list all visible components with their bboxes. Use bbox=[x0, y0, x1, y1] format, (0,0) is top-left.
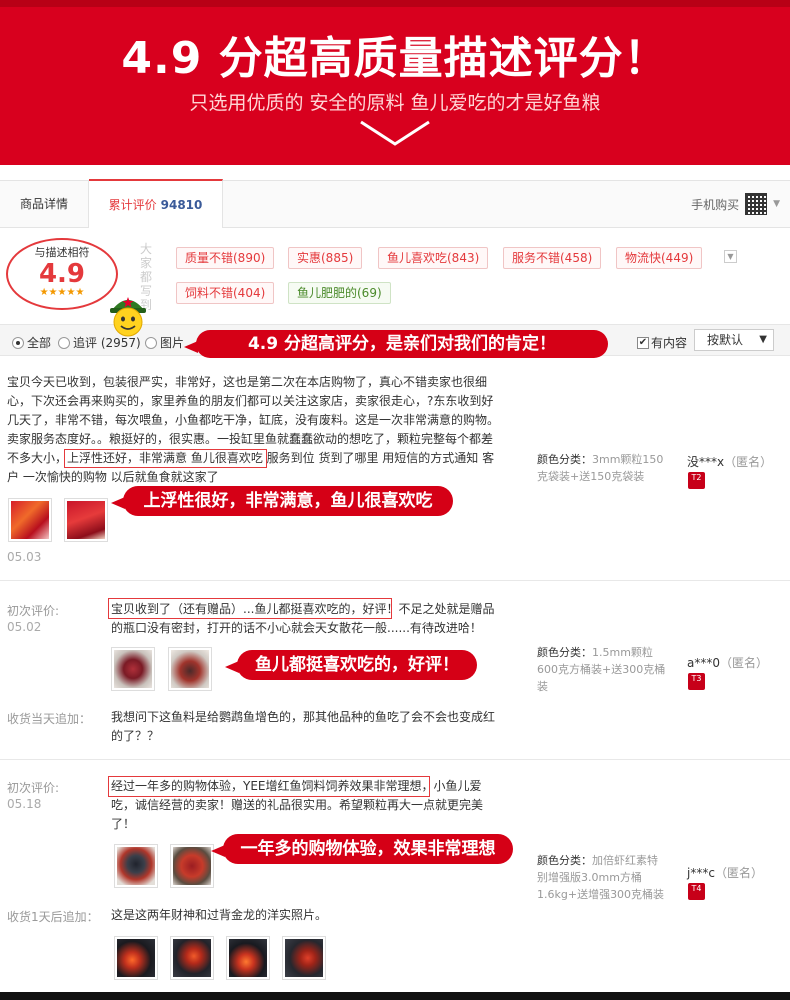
radio-icon bbox=[145, 336, 157, 349]
callout-review-3-text: 一年多的购物体验，效果非常理想 bbox=[240, 839, 496, 859]
user-level-badge: T3 bbox=[688, 673, 705, 690]
review-photo[interactable] bbox=[226, 936, 270, 980]
callout-pointer bbox=[111, 497, 125, 509]
tab-reviews-label: 累计评价 bbox=[108, 198, 157, 212]
review-photo[interactable] bbox=[64, 498, 108, 542]
qr-code-icon bbox=[745, 193, 768, 215]
callout-pointer bbox=[225, 661, 239, 673]
emoji-face-icon bbox=[110, 297, 146, 337]
review-divider bbox=[0, 759, 790, 760]
impression-tag[interactable]: 实惠(885) bbox=[288, 247, 363, 269]
tab-bar: 商品详情 累计评价 94810 手机购买 ▼ bbox=[0, 179, 790, 228]
review-1-text: 宝贝今天已收到，包装很严实，非常好，这也是第二次在本店购物了，真心不错卖家也很细… bbox=[7, 375, 500, 484]
review-3-followup: 这是这两年财神和过背金龙的洋实照片。 bbox=[111, 908, 328, 922]
promo-banner: 4.9 分超高质量描述评分！ 只选用优质的 安全的原料 鱼儿爱吃的才是好鱼粮 bbox=[0, 0, 790, 165]
filter-pictures-label: 图片 bbox=[160, 336, 185, 350]
rating-score: 4.9 bbox=[38, 259, 86, 289]
sort-select[interactable]: 按默认 ▼ bbox=[694, 329, 774, 351]
review-sku: 颜色分类：3mm颗粒150 克袋装+送150克袋装 bbox=[537, 453, 664, 483]
highlight-box bbox=[64, 449, 267, 468]
mobile-buy-button[interactable]: 手机购买 ▼ bbox=[691, 191, 780, 217]
callout-review-3: 一年多的购物体验，效果非常理想 bbox=[211, 834, 513, 864]
mobile-buy-label: 手机购买 bbox=[691, 197, 740, 212]
radio-icon bbox=[58, 336, 70, 349]
review-date: 05.18 bbox=[7, 797, 42, 811]
caret-down-icon: ▼ bbox=[759, 334, 767, 345]
tab-details[interactable]: 商品详情 bbox=[0, 181, 89, 227]
banner-subtitle: 只选用优质的 安全的原料 鱼儿爱吃的才是好鱼粮 bbox=[189, 92, 601, 114]
has-content-label: 有内容 bbox=[651, 336, 688, 350]
callout-review-1: 上浮性很好，非常满意，鱼儿很喜欢吃 bbox=[111, 486, 453, 516]
followup-label: 收货1天后追加： bbox=[7, 910, 99, 924]
tab-reviews[interactable]: 累计评价 94810 bbox=[89, 179, 223, 228]
review-sku: 颜色分类：加倍虾红素特 别增强版3.0mm方桶 1.6kg+送增强300克桶装 bbox=[537, 854, 665, 901]
user-level-badge: T2 bbox=[688, 472, 705, 489]
user-level-badge: T4 bbox=[688, 883, 705, 900]
reviews-count: 94810 bbox=[160, 198, 203, 212]
callout-review-2-text: 鱼儿都挺喜欢吃的，好评！ bbox=[255, 655, 459, 675]
banner-title: 4.9 分超高质量描述评分！ bbox=[121, 33, 669, 84]
rating-label: 与描述相符 bbox=[34, 246, 90, 259]
radio-selected-icon bbox=[12, 336, 24, 349]
callout-top-text: 4.9 分超高评分，是亲们对我们的肯定！ bbox=[247, 334, 557, 354]
review-2-followup: 我想问下这鱼料是给鹦鹉鱼增色的，那其他品种的鱼吃了会不会也变成红 的了？？ bbox=[111, 710, 496, 743]
filter-all-label: 全部 bbox=[27, 336, 52, 350]
followup-label: 收货当天追加： bbox=[7, 712, 92, 726]
review-photo[interactable] bbox=[111, 647, 155, 691]
sort-select-value: 按默认 bbox=[707, 333, 744, 347]
review-photo[interactable] bbox=[168, 647, 212, 691]
impression-tag[interactable]: 质量不错(890) bbox=[176, 247, 275, 269]
expand-tags-icon[interactable]: ▼ bbox=[724, 250, 737, 263]
highlight-box bbox=[108, 776, 430, 797]
callout-top: 4.9 分超高评分，是亲们对我们的肯定！ bbox=[184, 330, 608, 358]
review-photo[interactable] bbox=[8, 498, 52, 542]
review-photo[interactable] bbox=[170, 936, 214, 980]
review-sku: 颜色分类：1.5mm颗粒 600克方桶装+送300克桶 装 bbox=[537, 646, 666, 693]
review-user: j***c（匿名） bbox=[687, 866, 763, 880]
callout-pointer bbox=[184, 341, 198, 353]
impression-tag[interactable]: 鱼儿喜欢吃(843) bbox=[378, 247, 489, 269]
impression-tag[interactable]: 鱼儿肥肥的(69) bbox=[288, 282, 391, 304]
chevron-down-icon bbox=[360, 120, 430, 146]
callout-pointer bbox=[211, 845, 225, 857]
has-content-checkbox[interactable]: ✔ 有内容 bbox=[637, 334, 687, 351]
review-photo[interactable] bbox=[114, 936, 158, 980]
review-date: 05.02 bbox=[7, 620, 42, 634]
checkmark-icon: ✔ bbox=[637, 336, 649, 349]
review-photo[interactable] bbox=[282, 936, 326, 980]
rating-score-badge: 与描述相符 4.9 ★★★★★ bbox=[6, 238, 118, 310]
rating-stars: ★★★★★ bbox=[39, 287, 85, 298]
review-photo[interactable] bbox=[114, 844, 158, 888]
review-divider bbox=[0, 580, 790, 581]
review-user: 没***x（匿名） bbox=[687, 455, 773, 469]
callout-review-1-text: 上浮性很好，非常满意，鱼儿很喜欢吃 bbox=[143, 491, 433, 511]
caret-down-icon: ▼ bbox=[773, 199, 780, 209]
page-footer-bar bbox=[0, 992, 790, 1000]
highlight-box bbox=[108, 598, 392, 619]
filter-all-radio[interactable]: 全部 bbox=[12, 334, 51, 351]
first-review-label: 初次评价: bbox=[7, 604, 60, 618]
impression-tag[interactable]: 服务不错(458) bbox=[503, 247, 602, 269]
first-review-label: 初次评价: bbox=[7, 781, 60, 795]
review-user: a***0（匿名） bbox=[687, 656, 769, 670]
review-date: 05.03 bbox=[7, 550, 42, 564]
review-photo[interactable] bbox=[170, 844, 214, 888]
callout-review-2: 鱼儿都挺喜欢吃的，好评！ bbox=[225, 650, 477, 680]
impression-tag[interactable]: 物流快(449) bbox=[616, 247, 703, 269]
impression-tag[interactable]: 饲料不错(404) bbox=[176, 282, 275, 304]
